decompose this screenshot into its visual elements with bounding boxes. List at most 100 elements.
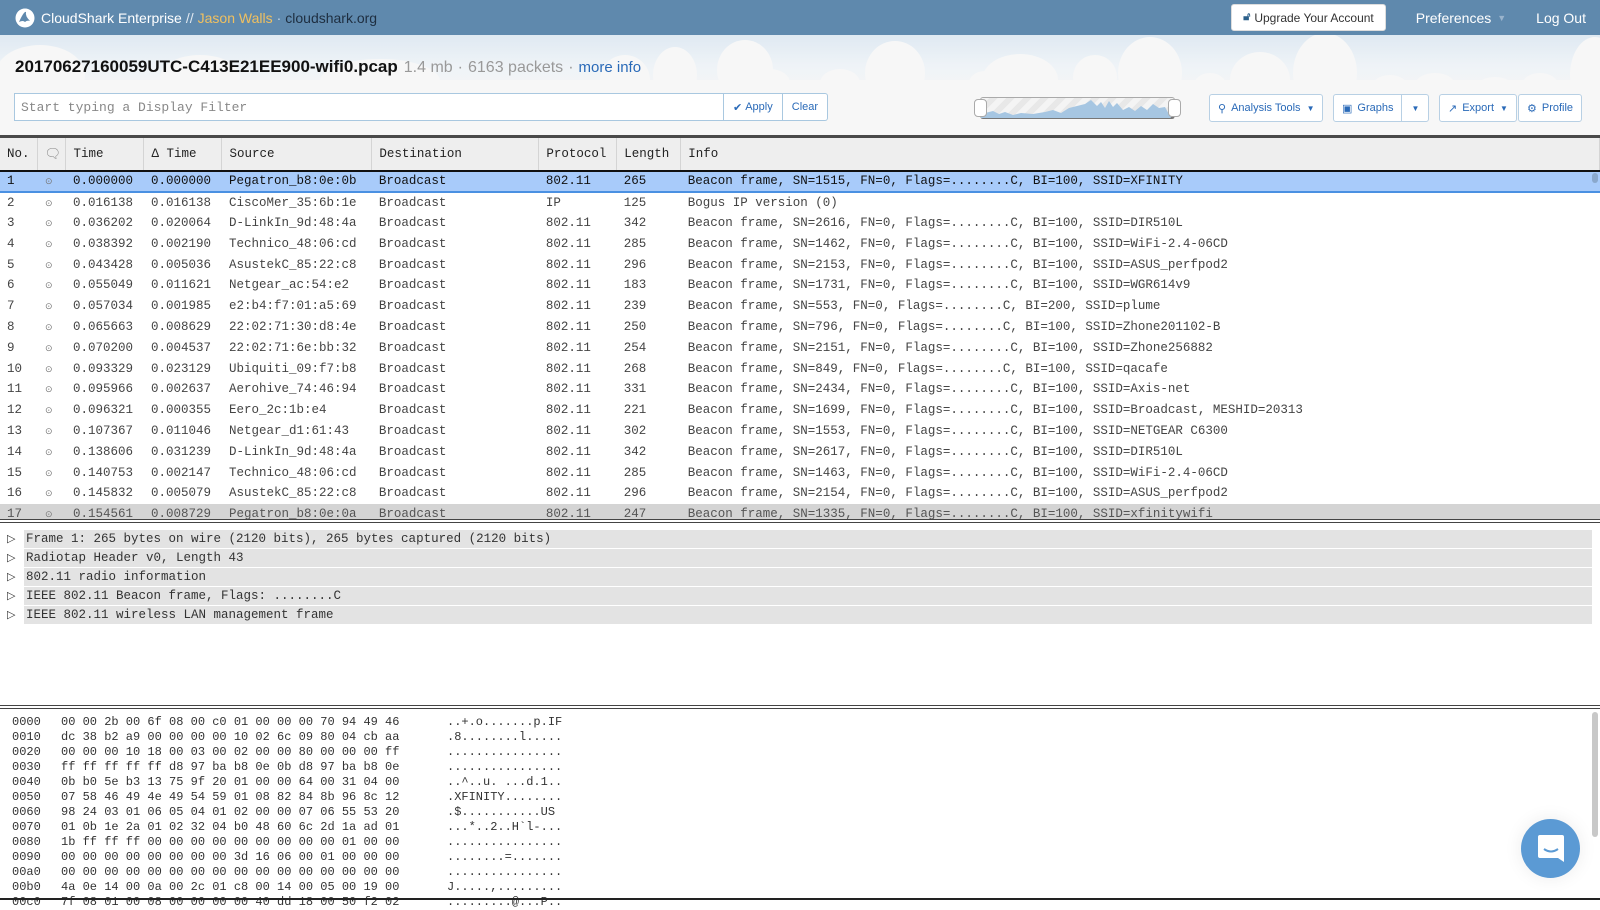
hex-bytes[interactable]: 07 58 46 49 4e 49 54 59 01 08 82 84 8b 9…	[61, 790, 447, 805]
display-filter-input[interactable]	[14, 93, 724, 121]
hex-offset[interactable]: 0090	[0, 850, 61, 865]
hex-bytes[interactable]: 00 00 00 10 18 00 03 00 02 00 00 80 00 0…	[61, 745, 447, 760]
hex-bytes[interactable]: 01 0b 1e 2a 01 02 32 04 b0 48 60 6c 2d 1…	[61, 820, 447, 835]
expand-triangle-icon[interactable]: ▷	[0, 570, 24, 584]
hex-bytes[interactable]: 98 24 03 01 06 05 04 01 02 00 00 07 06 5…	[61, 805, 447, 820]
bytes-pane-scrollbar[interactable]	[1592, 712, 1598, 837]
cell-time: 0.055049	[72, 278, 133, 293]
cell-length: 285	[623, 465, 647, 480]
hex-ascii[interactable]: ..+.o.......p.IF	[447, 715, 562, 730]
hex-bytes[interactable]: 4a 0e 14 00 0a 00 2c 01 c8 00 14 00 05 0…	[61, 880, 447, 895]
org-name[interactable]: cloudshark.org	[285, 10, 377, 26]
packet-row[interactable]: 9 ⊙ 0.070200 0.004537 22:02:71:6e:bb:32 Broad…	[0, 337, 1600, 358]
column-header-delta-time[interactable]: Δ Time	[143, 138, 223, 172]
packet-row[interactable]: 3 ⊙ 0.036202 0.020064 D-LinkIn_9d:48:4a Broad…	[0, 213, 1600, 234]
clear-filter-button[interactable]: Clear	[782, 93, 829, 121]
detail-tree-item[interactable]: ▷ Radiotap Header v0, Length 43	[0, 548, 1600, 567]
graphs-button[interactable]: ▣ Graphs	[1333, 94, 1403, 122]
packet-row[interactable]: 13 ⊙ 0.107367 0.011046 Netgear_d1:61:43 Broad…	[0, 421, 1600, 442]
apply-filter-button[interactable]: ✔ Apply	[724, 93, 783, 121]
preferences-menu[interactable]: Preferences ▼	[1416, 10, 1506, 26]
column-header-length[interactable]: Length	[616, 138, 682, 172]
hex-bytes[interactable]: 1b ff ff ff 00 00 00 00 00 00 00 00 00 0…	[61, 835, 447, 850]
cell-length: 247	[616, 503, 681, 519]
unlock-icon: 🔓︎	[1243, 11, 1251, 23]
column-header-no[interactable]: No.	[0, 138, 39, 172]
hex-offset[interactable]: 0050	[0, 790, 61, 805]
expand-triangle-icon[interactable]: ▷	[0, 589, 24, 603]
hex-ascii[interactable]: ..^..u. ...d.1..	[447, 775, 562, 790]
hex-offset[interactable]: 00b0	[0, 880, 61, 895]
hex-bytes[interactable]: ff ff ff ff ff d8 97 ba b8 0e 0b d8 97 b…	[61, 760, 447, 775]
hex-offset[interactable]: 00a0	[0, 865, 61, 880]
analysis-tools-button[interactable]: ⚲ Analysis Tools ▼	[1209, 94, 1324, 122]
detail-tree-item[interactable]: ▷ 802.11 radio information	[0, 567, 1600, 586]
column-header-protocol[interactable]: Protocol	[538, 138, 618, 172]
cell-length: 183	[623, 278, 647, 293]
packet-row[interactable]: 12 ⊙ 0.096321 0.000355 Eero_2c:1b:e4 Broadcas…	[0, 400, 1600, 421]
hex-offset[interactable]: 0060	[0, 805, 61, 820]
range-end-handle[interactable]	[1168, 99, 1181, 117]
expand-triangle-icon[interactable]: ▷	[0, 551, 24, 565]
column-header-comment[interactable]: 🗨︎	[37, 138, 67, 172]
hex-ascii[interactable]: J.....,.........	[447, 880, 562, 895]
packet-row[interactable]: 5 ⊙ 0.043428 0.005036 AsustekC_85:22:c8 Broad…	[0, 254, 1600, 275]
logout-link[interactable]: Log Out	[1536, 10, 1586, 26]
more-info-link[interactable]: more info	[579, 59, 642, 76]
hex-offset[interactable]: 0070	[0, 820, 61, 835]
detail-tree-item[interactable]: ▷ Frame 1: 265 bytes on wire (2120 bits),…	[0, 529, 1600, 548]
hex-ascii[interactable]: ................	[447, 745, 562, 760]
hex-ascii[interactable]: ................	[447, 835, 562, 850]
packet-row[interactable]: 2 ⊙ 0.016138 0.016138 CiscoMer_35:6b:1e Broad…	[0, 192, 1600, 213]
expand-triangle-icon[interactable]: ▷	[0, 532, 24, 546]
detail-tree-item[interactable]: ▷ IEEE 802.11 Beacon frame, Flags: ......…	[0, 586, 1600, 605]
hex-bytes[interactable]: 00 00 00 00 00 00 00 00 3d 16 06 00 01 0…	[61, 850, 447, 865]
packet-row[interactable]: 10 ⊙ 0.093329 0.023129 Ubiquiti_09:f7:b8 Broa…	[0, 358, 1600, 379]
hex-bytes[interactable]: 00 00 2b 00 6f 08 00 c0 01 00 00 00 70 9…	[61, 715, 447, 730]
hex-offset[interactable]: 0000	[0, 715, 61, 730]
hex-bytes[interactable]: 0b b0 5e b3 13 75 9f 20 01 00 00 64 00 3…	[61, 775, 447, 790]
column-header-time[interactable]: Time	[65, 138, 145, 172]
cell-info: Beacon frame, SN=2153, FN=0, Flags=.....…	[687, 257, 1228, 272]
column-header-source[interactable]: Source	[221, 138, 373, 172]
detail-tree-item[interactable]: ▷ IEEE 802.11 wireless LAN management fra…	[0, 605, 1600, 624]
timeline-range-slider[interactable]	[974, 97, 1181, 119]
export-button[interactable]: ↗ Export ▼	[1439, 94, 1517, 122]
profile-button[interactable]: ⚙ Profile	[1518, 94, 1583, 122]
hex-bytes[interactable]: dc 38 b2 a9 00 00 00 00 10 02 6c 09 80 0…	[61, 730, 447, 745]
hex-ascii[interactable]: .$...........US	[447, 805, 562, 820]
packet-row[interactable]: 7 ⊙ 0.057034 0.001985 e2:b4:f7:01:a5:69 Broad…	[0, 296, 1600, 317]
hex-ascii[interactable]: ...*..2..H`l-...	[447, 820, 562, 835]
packet-row[interactable]: 17 ⊙ 0.154561 0.008729 Pegatron_b8:0e:0a Broa…	[0, 503, 1600, 519]
upgrade-account-button[interactable]: 🔓︎ Upgrade Your Account	[1231, 4, 1386, 31]
hex-offset[interactable]: 0020	[0, 745, 61, 760]
hex-ascii[interactable]: .8........l.....	[447, 730, 562, 745]
hex-bytes[interactable]: 00 00 00 00 00 00 00 00 00 00 00 00 00 0…	[61, 865, 447, 880]
packet-row[interactable]: 14 ⊙ 0.138606 0.031239 D-LinkIn_9d:48:4a Broa…	[0, 441, 1600, 462]
packet-row[interactable]: 16 ⊙ 0.145832 0.005079 AsustekC_85:22:c8 Broa…	[0, 483, 1600, 504]
packet-row[interactable]: 15 ⊙ 0.140753 0.002147 Technico_48:06:cd Broa…	[0, 462, 1600, 483]
graphs-dropdown-button[interactable]: ▼	[1401, 94, 1430, 122]
packet-row[interactable]: 8 ⊙ 0.065663 0.008629 22:02:71:30:d8:4e Broad…	[0, 317, 1600, 338]
hex-ascii[interactable]: ................	[447, 760, 562, 775]
hex-offset[interactable]: 0010	[0, 730, 61, 745]
brand[interactable]: CloudShark Enterprise // Jason Walls · c…	[15, 8, 377, 28]
cell-length: 302	[623, 423, 647, 438]
column-header-destination[interactable]: Destination	[371, 138, 540, 172]
hex-offset[interactable]: 0030	[0, 760, 61, 775]
hex-offset[interactable]: 0040	[0, 775, 61, 790]
packet-row[interactable]: 11 ⊙ 0.095966 0.002637 Aerohive_74:46:94 Broa…	[0, 379, 1600, 400]
hex-ascii[interactable]: .XFINITY........	[447, 790, 562, 805]
column-header-info[interactable]: Info	[680, 138, 1600, 172]
hex-ascii[interactable]: ................	[447, 865, 562, 880]
packet-row[interactable]: 6 ⊙ 0.055049 0.011621 Netgear_ac:54:e2 Broadc…	[0, 275, 1600, 296]
user-name[interactable]: Jason Walls	[198, 10, 273, 26]
packet-list-scrollbar[interactable]	[1592, 173, 1598, 183]
expand-triangle-icon[interactable]: ▷	[0, 608, 24, 622]
packet-row[interactable]: 4 ⊙ 0.038392 0.002190 Technico_48:06:cd Broad…	[0, 233, 1600, 254]
range-start-handle[interactable]	[974, 99, 987, 117]
hex-ascii[interactable]: ........=.......	[447, 850, 562, 865]
packet-row[interactable]: 1 ⊙ 0.000000 0.000000 Pegatron_b8:0e:0b Broad…	[0, 171, 1600, 193]
hex-offset[interactable]: 0080	[0, 835, 61, 850]
chat-support-button[interactable]	[1521, 819, 1580, 878]
